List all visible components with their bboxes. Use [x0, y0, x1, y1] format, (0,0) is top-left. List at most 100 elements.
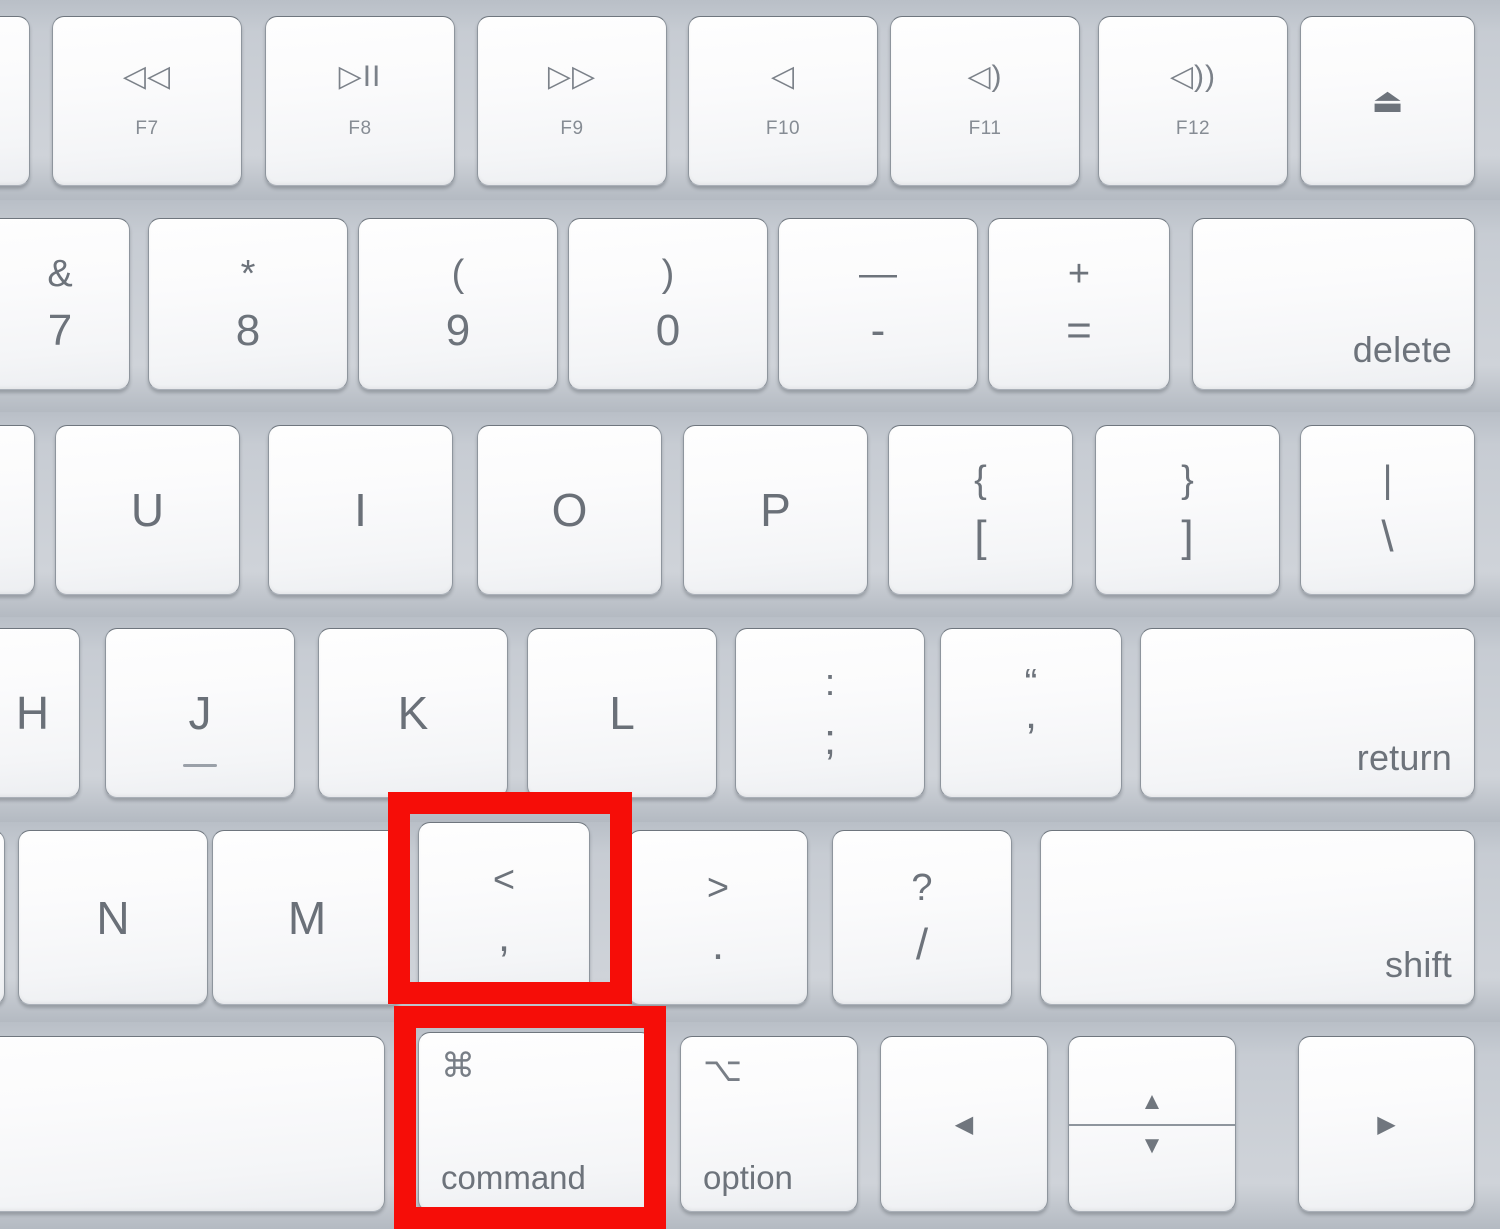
double-quote-upper: “	[1024, 662, 1038, 704]
option-icon: ⌥	[703, 1051, 743, 1089]
n-key[interactable]: N	[18, 830, 208, 1005]
comma-legend: < ,	[419, 823, 589, 996]
j-legend: J	[106, 629, 294, 797]
shift-label: shift	[1384, 944, 1452, 985]
fast-forward-icon: ▷▷	[547, 60, 597, 93]
slash-lower: /	[915, 919, 929, 969]
f9-key[interactable]: ▷▷ F9	[477, 16, 667, 186]
o-legend: O	[478, 426, 661, 594]
colon-upper: :	[824, 662, 836, 704]
7-upper: &	[47, 253, 73, 295]
h-key-partial[interactable]: H	[0, 628, 80, 798]
f12-label: F12	[1175, 118, 1211, 139]
n-label: N	[96, 891, 130, 944]
delete-key[interactable]: delete	[1192, 218, 1475, 390]
k-label: K	[397, 687, 429, 739]
o-label: O	[551, 484, 588, 536]
k-legend: K	[319, 629, 507, 797]
right-bracket-lower: ]	[1181, 512, 1194, 561]
left-bracket-legend: { [	[889, 426, 1072, 594]
y-key-partial[interactable]	[0, 425, 35, 595]
p-key[interactable]: P	[683, 425, 868, 595]
period-key[interactable]: > .	[628, 830, 808, 1005]
up-arrow-half[interactable]: ▲	[1069, 1037, 1235, 1124]
space-key[interactable]	[0, 1036, 385, 1212]
o-key[interactable]: O	[477, 425, 662, 595]
semicolon-key[interactable]: : ;	[735, 628, 925, 798]
eject-icon: ⏏	[1371, 82, 1404, 120]
option-label: option	[703, 1159, 793, 1196]
7-lower: 7	[47, 306, 73, 355]
f10-key[interactable]: ◁ F10	[688, 16, 878, 186]
right-bracket-legend: } ]	[1096, 426, 1279, 594]
f9-label: F9	[560, 118, 584, 139]
i-label: I	[354, 484, 367, 536]
period-legend: > .	[629, 831, 807, 1004]
equals-key[interactable]: + =	[988, 218, 1170, 390]
p-legend: P	[684, 426, 867, 594]
command-legend: ⌘ command	[419, 1033, 652, 1211]
comma-lower: ,	[497, 911, 511, 961]
right-bracket-key[interactable]: } ]	[1095, 425, 1280, 595]
f9-legend: ▷▷ F9	[478, 17, 666, 185]
8-key[interactable]: * 8	[148, 218, 348, 390]
single-quote-lower: ’	[1026, 715, 1036, 764]
down-arrow-half[interactable]: ▼	[1069, 1124, 1235, 1211]
option-key[interactable]: ⌥ option	[680, 1036, 858, 1212]
left-bracket-key[interactable]: { [	[888, 425, 1073, 595]
quote-key[interactable]: “ ’	[940, 628, 1122, 798]
7-legend: & 7	[0, 219, 129, 389]
right-arrow-key[interactable]: ▶	[1298, 1036, 1475, 1212]
p-label: P	[760, 484, 791, 536]
left-arrow-key[interactable]: ◀	[880, 1036, 1048, 1212]
rewind-icon: ◁◁	[122, 60, 172, 93]
return-key[interactable]: return	[1140, 628, 1475, 798]
right-arrow-icon: ▶	[1377, 1110, 1396, 1138]
eject-key[interactable]: ⏏	[1300, 16, 1475, 186]
f6-key-partial[interactable]	[0, 16, 30, 186]
slash-legend: ? /	[833, 831, 1011, 1004]
8-lower: 8	[235, 306, 261, 355]
f11-key[interactable]: ◁) F11	[890, 16, 1080, 186]
m-label: M	[287, 891, 327, 944]
slash-key[interactable]: ? /	[832, 830, 1012, 1005]
backslash-legend: | \	[1301, 426, 1474, 594]
0-legend: ) 0	[569, 219, 767, 389]
minus-key[interactable]: — -	[778, 218, 978, 390]
j-homing-bar	[183, 764, 217, 767]
semicolon-legend: : ;	[736, 629, 924, 797]
j-key[interactable]: J	[105, 628, 295, 798]
semicolon-lower: ;	[823, 715, 837, 764]
l-key[interactable]: L	[527, 628, 717, 798]
shift-key[interactable]: shift	[1040, 830, 1475, 1005]
f12-key[interactable]: ◁)) F12	[1098, 16, 1288, 186]
u-legend: U	[56, 426, 239, 594]
l-label: L	[609, 687, 635, 739]
command-key[interactable]: ⌘ command	[418, 1032, 653, 1212]
b-key-partial[interactable]	[0, 830, 5, 1005]
9-lower: 9	[445, 306, 471, 355]
i-key[interactable]: I	[268, 425, 453, 595]
9-legend: ( 9	[359, 219, 557, 389]
pipe-upper: |	[1382, 459, 1393, 501]
0-lower: 0	[655, 306, 681, 355]
k-key[interactable]: K	[318, 628, 508, 798]
7-key[interactable]: & 7	[0, 218, 130, 390]
l-legend: L	[528, 629, 716, 797]
f7-key[interactable]: ◁◁ F7	[52, 16, 242, 186]
backslash-key[interactable]: | \	[1300, 425, 1475, 595]
0-key[interactable]: ) 0	[568, 218, 768, 390]
comma-key[interactable]: < ,	[418, 822, 590, 997]
greater-than-upper: >	[706, 866, 730, 909]
f8-legend: ▷II F8	[266, 17, 454, 185]
u-key[interactable]: U	[55, 425, 240, 595]
f11-legend: ◁) F11	[891, 17, 1079, 185]
9-key[interactable]: ( 9	[358, 218, 558, 390]
play-pause-icon: ▷II	[338, 60, 382, 93]
f10-legend: ◁ F10	[689, 17, 877, 185]
f8-key[interactable]: ▷II F8	[265, 16, 455, 186]
9-upper: (	[451, 253, 465, 295]
up-down-arrow-key[interactable]: ▲ ▼	[1068, 1036, 1236, 1212]
f7-legend: ◁◁ F7	[53, 17, 241, 185]
m-key[interactable]: M	[212, 830, 402, 1005]
